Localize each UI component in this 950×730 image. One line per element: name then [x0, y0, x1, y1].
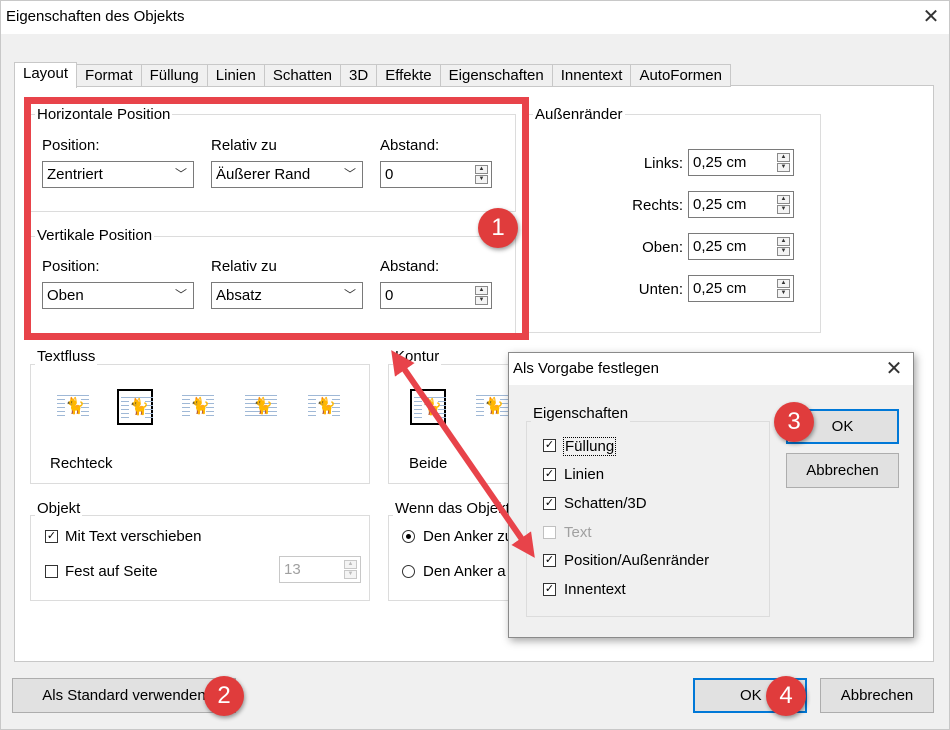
annotation-arrow [391, 350, 535, 558]
annotation-badge-4: 4 [766, 676, 806, 716]
annotation-badge-1: 1 [478, 208, 518, 248]
annotation-badge-3: 3 [774, 402, 814, 442]
annotation-badge-2: 2 [204, 676, 244, 716]
